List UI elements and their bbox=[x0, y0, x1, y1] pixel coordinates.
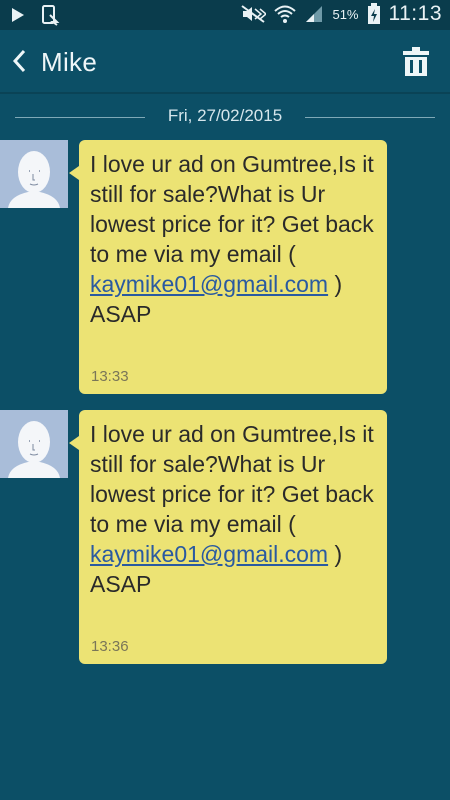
message-bubble[interactable]: I love ur ad on Gumtree,Is it still for … bbox=[69, 140, 387, 394]
bubble-tail bbox=[69, 166, 79, 180]
message-text: I love ur ad on Gumtree,Is it still for … bbox=[90, 149, 380, 329]
signal-icon bbox=[304, 4, 324, 24]
play-icon bbox=[10, 6, 26, 24]
clock: 11:13 bbox=[388, 2, 442, 25]
message-item: I love ur ad on Gumtree,Is it still for … bbox=[0, 410, 450, 664]
email-link[interactable]: kaymike01@gmail.com bbox=[90, 541, 328, 567]
chevron-left-icon bbox=[12, 49, 26, 73]
contact-name[interactable]: Mike bbox=[41, 47, 97, 78]
wifi-icon bbox=[274, 4, 297, 24]
message-text: I love ur ad on Gumtree,Is it still for … bbox=[90, 419, 380, 599]
message-bubble[interactable]: I love ur ad on Gumtree,Is it still for … bbox=[69, 410, 387, 664]
mute-icon bbox=[240, 4, 267, 24]
email-link[interactable]: kaymike01@gmail.com bbox=[90, 271, 328, 297]
avatar[interactable] bbox=[0, 140, 68, 208]
message-body: I love ur ad on Gumtree,Is it still for … bbox=[90, 151, 374, 267]
trash-icon bbox=[403, 47, 429, 76]
status-bar: 51% 11:13 bbox=[0, 0, 450, 30]
back-button[interactable] bbox=[8, 46, 32, 76]
contact-silhouette-icon bbox=[8, 151, 60, 208]
screenshot-icon bbox=[40, 4, 60, 26]
avatar[interactable] bbox=[0, 410, 68, 478]
conversation-header: Mike bbox=[0, 30, 450, 94]
battery-charging-icon bbox=[367, 3, 381, 25]
message-item: I love ur ad on Gumtree,Is it still for … bbox=[0, 140, 450, 394]
message-body: I love ur ad on Gumtree,Is it still for … bbox=[90, 421, 374, 537]
delete-button[interactable] bbox=[402, 46, 430, 76]
battery-percent: 51% bbox=[332, 6, 359, 22]
message-timestamp: 13:36 bbox=[91, 638, 129, 655]
date-separator: Fri, 27/02/2015 bbox=[0, 100, 450, 130]
divider bbox=[15, 117, 145, 118]
date-label: Fri, 27/02/2015 bbox=[167, 106, 283, 125]
contact-silhouette-icon bbox=[8, 421, 60, 478]
divider bbox=[305, 117, 435, 118]
message-timestamp: 13:33 bbox=[91, 368, 129, 385]
bubble-tail bbox=[69, 436, 79, 450]
